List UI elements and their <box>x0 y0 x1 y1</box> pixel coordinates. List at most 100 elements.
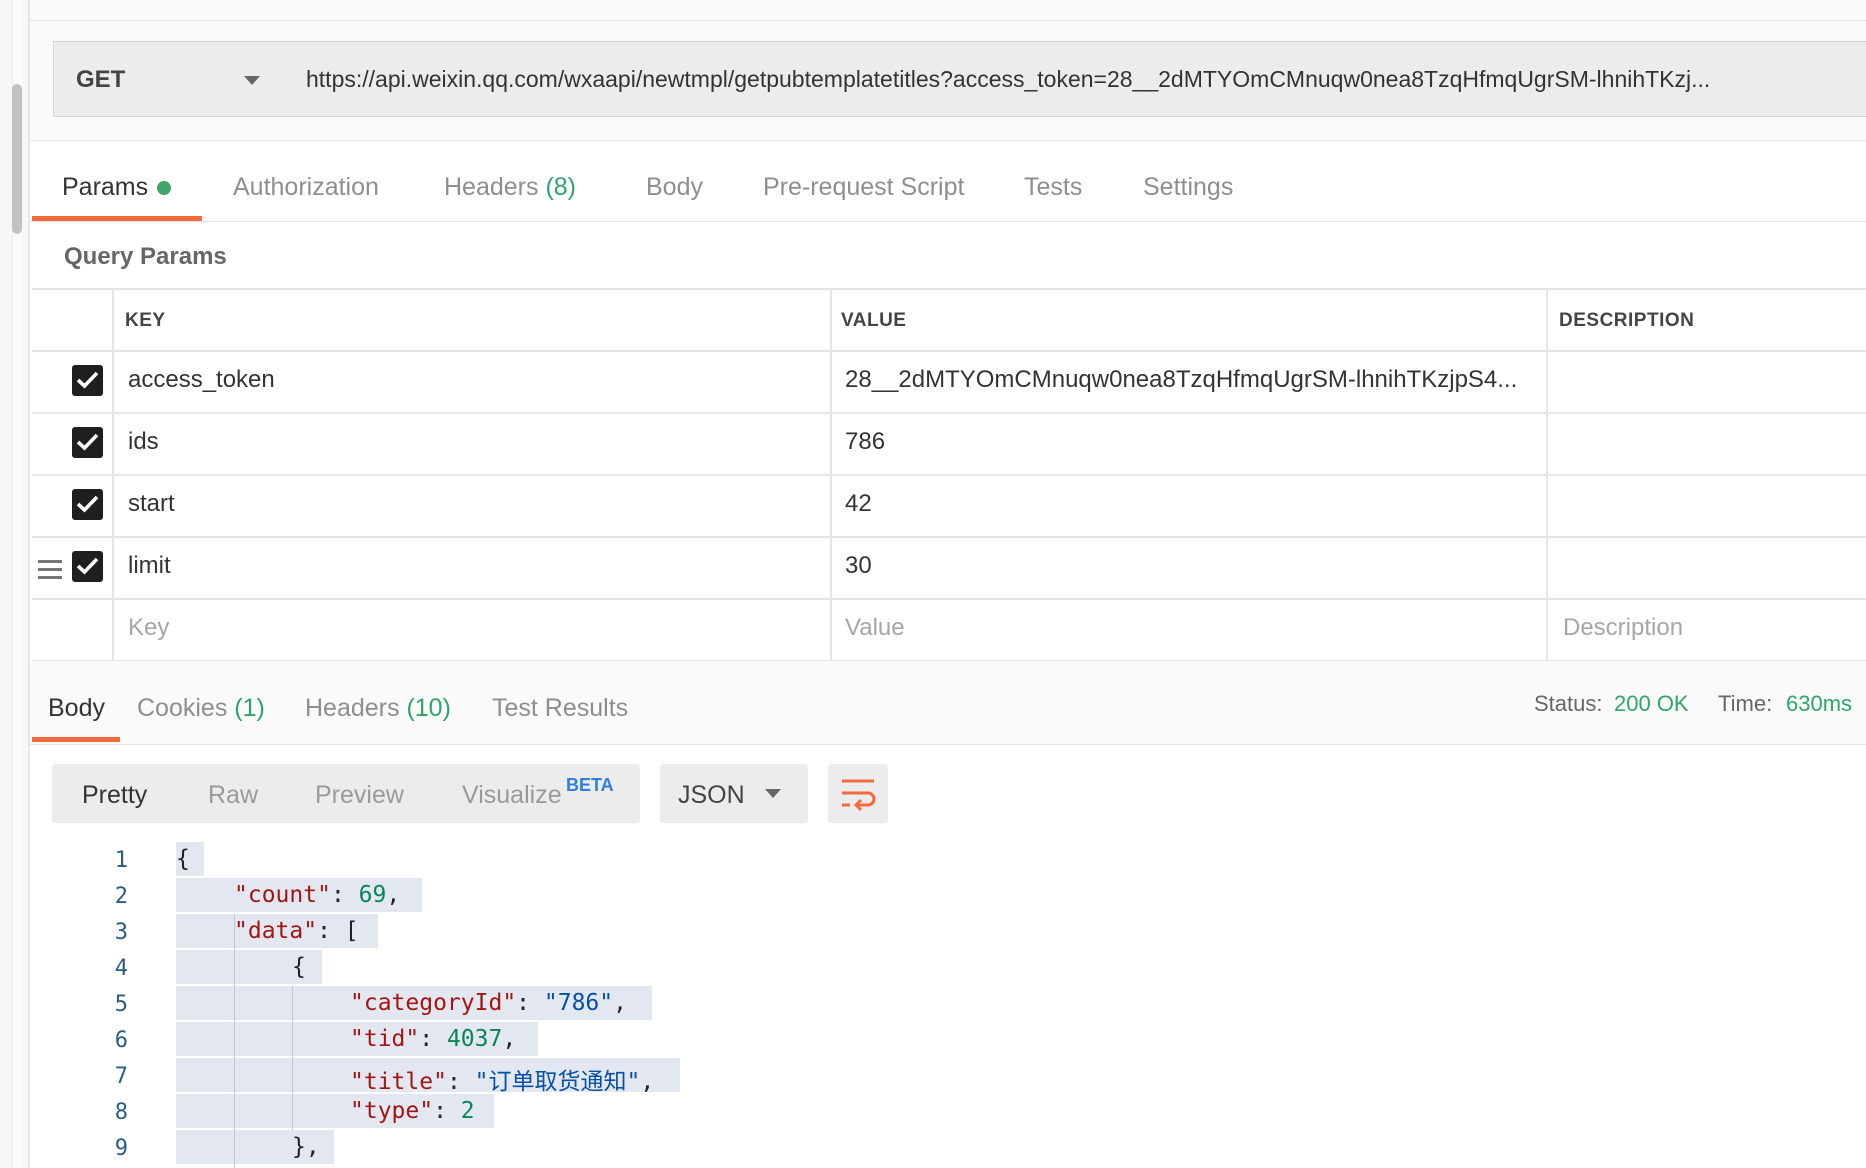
table-border <box>32 412 1866 414</box>
code-token: , <box>502 1026 517 1052</box>
code-token: }, <box>292 1134 320 1160</box>
tab-authorization[interactable]: Authorization <box>233 173 379 202</box>
param-value[interactable]: 28__2dMTYOmCMnuqw0nea8TzqHfmqUgrSM-lhnih… <box>845 366 1517 394</box>
top-bar <box>30 0 1866 21</box>
param-key[interactable]: limit <box>128 552 171 580</box>
code-line: { <box>176 846 190 872</box>
line-number: 7 <box>114 1064 128 1089</box>
checkmark-icon <box>76 557 99 575</box>
row-checkbox[interactable] <box>72 551 103 582</box>
url-text[interactable]: https://api.weixin.qq.com/wxaapi/newtmpl… <box>306 66 1710 93</box>
method-label: GET <box>76 66 126 93</box>
query-params-title: Query Params <box>64 243 227 270</box>
chevron-down-icon[interactable] <box>765 789 781 798</box>
tab-label: Cookies <box>137 694 228 722</box>
code-token: { <box>292 954 306 980</box>
code-token: 4037 <box>446 1026 503 1052</box>
code-token: : <box>516 990 544 1016</box>
status-label: Status: <box>1534 691 1603 716</box>
wrap-lines-button[interactable] <box>828 764 888 823</box>
new-description-input[interactable]: Description <box>1563 614 1683 642</box>
code-line: { <box>292 954 306 980</box>
code-token: : <box>433 1098 461 1124</box>
tab-settings[interactable]: Settings <box>1143 173 1233 202</box>
tab-label: Body <box>646 173 703 201</box>
tab-label: Test Results <box>492 694 629 722</box>
indent-guide <box>292 986 293 1130</box>
code-line: "type": 2 <box>350 1098 475 1124</box>
tab-count: (8) <box>545 173 577 201</box>
response-tab-cookies[interactable]: Cookies (1) <box>137 694 265 723</box>
tab-label: Body <box>48 694 105 722</box>
checkmark-icon <box>76 433 99 451</box>
checkmark-icon <box>76 495 99 513</box>
param-key[interactable]: ids <box>128 428 159 456</box>
param-value[interactable]: 42 <box>845 490 872 518</box>
view-raw-button[interactable]: Raw <box>208 781 258 810</box>
code-token: : <box>446 1069 475 1095</box>
code-line: "tid": 4037, <box>350 1026 516 1052</box>
chevron-down-icon[interactable] <box>244 76 260 85</box>
code-token: "786" <box>543 990 614 1016</box>
checkmark-icon <box>76 371 99 389</box>
wrap-lines-icon <box>842 779 876 812</box>
tab-label: Pre-request Script <box>763 173 965 201</box>
tab-label: Headers <box>305 694 400 722</box>
format-label: JSON <box>678 781 745 809</box>
code-token: "type" <box>350 1098 434 1124</box>
response-tab-headers[interactable]: Headers (10) <box>305 694 451 723</box>
new-key-input[interactable]: Key <box>128 614 169 642</box>
table-border <box>32 598 1866 600</box>
row-checkbox[interactable] <box>72 489 103 520</box>
table-border <box>32 288 1866 290</box>
column-header-description: DESCRIPTION <box>1559 310 1695 331</box>
divider <box>30 221 1866 222</box>
code-token: "tid" <box>350 1026 420 1052</box>
scrollbar-thumb[interactable] <box>12 84 22 234</box>
new-value-input[interactable]: Value <box>845 614 905 642</box>
code-token: "title" <box>350 1069 447 1095</box>
tab-pre-request-script[interactable]: Pre-request Script <box>763 173 964 202</box>
tab-headers[interactable]: Headers (8) <box>444 173 576 202</box>
line-number: 8 <box>114 1100 128 1125</box>
time-label: Time: <box>1718 691 1773 716</box>
table-border <box>1546 288 1548 661</box>
tab-label: Authorization <box>233 173 379 201</box>
code-token: : [ <box>317 918 359 944</box>
table-border <box>32 536 1866 538</box>
tab-tests[interactable]: Tests <box>1024 173 1082 202</box>
column-header-value: VALUE <box>841 310 907 331</box>
param-key[interactable]: access_token <box>128 366 275 394</box>
row-checkbox[interactable] <box>72 365 103 396</box>
code-token: "data" <box>234 918 318 944</box>
beta-badge: BETA <box>566 775 614 795</box>
view-visualize-button[interactable]: Visualize <box>462 781 562 810</box>
code-line: "data": [ <box>234 918 359 944</box>
status-value[interactable]: 200 OK <box>1614 691 1689 717</box>
line-number: 9 <box>114 1136 128 1161</box>
time-value[interactable]: 630ms <box>1786 691 1852 717</box>
response-tab-test-results[interactable]: Test Results <box>492 694 628 723</box>
code-line: }, <box>292 1134 320 1160</box>
column-header-key: KEY <box>125 310 166 331</box>
code-token: { <box>176 846 190 872</box>
param-value[interactable]: 786 <box>845 428 885 456</box>
line-number: 4 <box>114 956 128 981</box>
line-number: 2 <box>114 884 128 909</box>
table-border <box>32 474 1866 476</box>
row-checkbox[interactable] <box>72 427 103 458</box>
response-tab-body[interactable]: Body <box>48 694 105 723</box>
tab-count: (10) <box>406 694 451 722</box>
param-key[interactable]: start <box>128 490 175 518</box>
table-border <box>830 288 832 661</box>
drag-handle-icon[interactable] <box>38 560 62 580</box>
param-value[interactable]: 30 <box>845 552 872 580</box>
tab-body[interactable]: Body <box>646 173 703 202</box>
tab-label: Settings <box>1143 173 1234 201</box>
tab-label: Params <box>62 173 149 201</box>
view-pretty-button[interactable]: Pretty <box>82 781 147 810</box>
tab-params[interactable]: Params <box>62 173 148 202</box>
view-preview-button[interactable]: Preview <box>315 781 404 810</box>
tab-label: Headers <box>444 173 539 201</box>
table-border <box>112 288 114 661</box>
